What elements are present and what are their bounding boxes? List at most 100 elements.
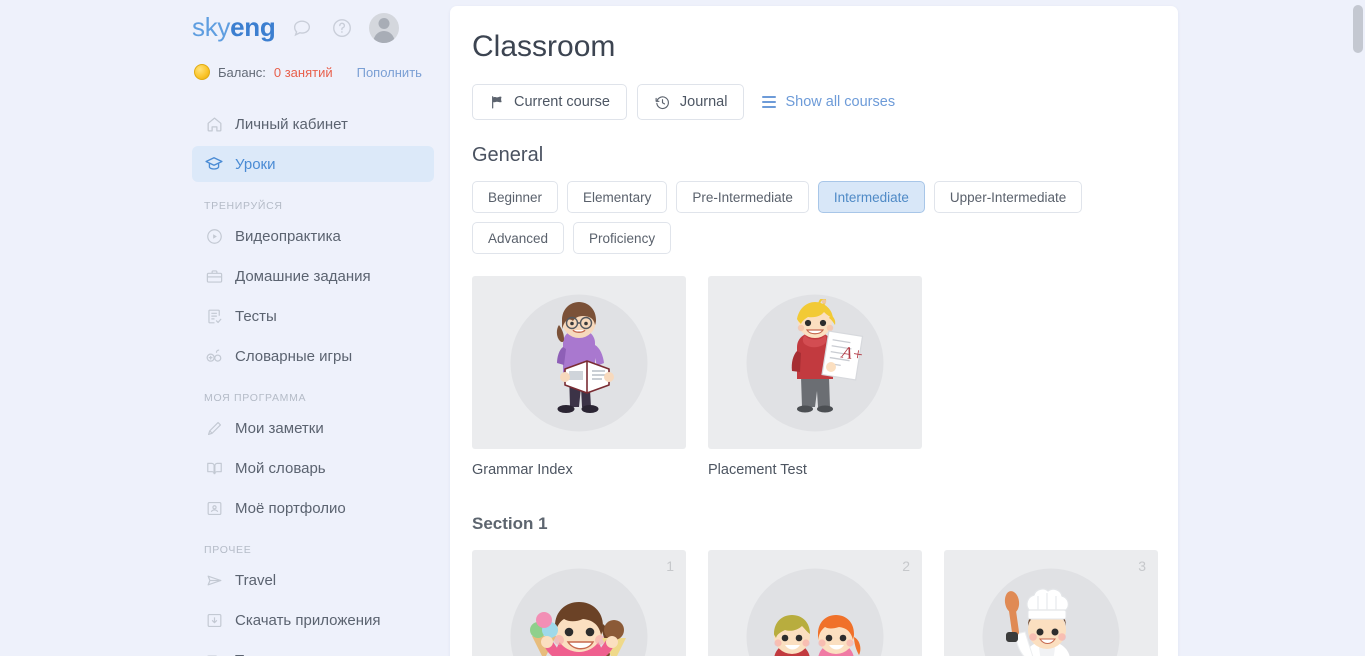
scrollbar-thumb[interactable]: [1353, 5, 1363, 53]
journal-label: Journal: [680, 94, 728, 110]
page-scrollbar[interactable]: [1353, 2, 1363, 654]
section-title: Section 1: [472, 514, 1156, 534]
briefcase-icon: [204, 266, 224, 286]
sidebar-item-my-portfolio[interactable]: Моё портфолио: [192, 490, 434, 526]
home-icon: [204, 114, 224, 134]
pencil-icon: [204, 418, 224, 438]
main-panel: Classroom Current course: [450, 6, 1178, 656]
coin-icon: [194, 64, 210, 80]
level-upper-intermediate[interactable]: Upper-Intermediate: [934, 181, 1082, 213]
level-elementary[interactable]: Elementary: [567, 181, 667, 213]
avatar[interactable]: [369, 13, 399, 43]
general-heading: General: [472, 144, 1156, 167]
sidebar-item-my-dictionary[interactable]: Мой словарь: [192, 450, 434, 486]
section-1-cards: 1: [472, 550, 1156, 656]
play-circle-icon: [204, 226, 224, 246]
show-all-courses-label: Show all courses: [785, 94, 895, 110]
sidebar-item-label: Тест видеосвязи: [235, 652, 351, 656]
app-root: skyeng Баланс: 0 занятий Пополнить: [0, 0, 1365, 656]
sidebar-item-label: Travel: [235, 572, 276, 589]
list-icon: [762, 96, 776, 108]
paper-plane-icon: [204, 570, 224, 590]
skyeng-logo[interactable]: skyeng: [192, 12, 275, 43]
sidebar-item-label: Словарные игры: [235, 348, 352, 365]
card-thumbnail: 1: [472, 550, 686, 656]
level-filter-group: Beginner Elementary Pre-Intermediate Int…: [472, 181, 1152, 254]
toolbar: Current course Journal Show all course: [472, 84, 1156, 120]
sidebar-item-download-apps[interactable]: Скачать приложения: [192, 602, 434, 638]
card-label: Placement Test: [708, 462, 922, 478]
sidebar-nav: Личный кабинет Уроки ТРЕНИРУЙСЯ: [192, 106, 434, 656]
download-icon: [204, 610, 224, 630]
card-badge: 3: [1138, 558, 1146, 574]
level-pre-intermediate[interactable]: Pre-Intermediate: [676, 181, 809, 213]
graduation-cap-icon: [204, 154, 224, 174]
sidebar-item-lessons[interactable]: Уроки: [192, 146, 434, 182]
girl-reading-book-illustration: [525, 299, 633, 427]
sidebar-item-my-notes[interactable]: Мои заметки: [192, 410, 434, 446]
course-card-placement-test[interactable]: A+ Placement Test: [708, 276, 922, 478]
sidebar-item-homework[interactable]: Домашние задания: [192, 258, 434, 294]
chat-icon[interactable]: [289, 15, 315, 41]
top-course-cards: Grammar Index: [472, 276, 1156, 478]
level-beginner[interactable]: Beginner: [472, 181, 558, 213]
clock-history-icon: [654, 94, 671, 111]
level-advanced[interactable]: Advanced: [472, 222, 564, 254]
portfolio-icon: [204, 498, 224, 518]
sidebar-group-title: ТРЕНИРУЙСЯ: [192, 186, 434, 218]
sidebar-item-video-practice[interactable]: Видеопрактика: [192, 218, 434, 254]
sidebar-item-tests[interactable]: Тесты: [192, 298, 434, 334]
balance-label: Баланс:: [218, 65, 266, 80]
lesson-card-2[interactable]: 2: [708, 550, 922, 656]
logo-bold: eng: [230, 12, 275, 42]
lesson-card-1[interactable]: 1: [472, 550, 686, 656]
sidebar-item-label: Тесты: [235, 308, 277, 325]
current-course-button[interactable]: Current course: [472, 84, 627, 120]
card-thumbnail: A+: [708, 276, 922, 449]
checklist-icon: [204, 306, 224, 326]
lesson-card-3[interactable]: 3: [944, 550, 1158, 656]
sidebar-item-label: Моё портфолио: [235, 500, 346, 517]
sidebar-item-video-test[interactable]: Тест видеосвязи: [192, 642, 434, 656]
sidebar-item-label: Личный кабинет: [235, 116, 348, 133]
sidebar-item-vocabulary-games[interactable]: Словарные игры: [192, 338, 434, 374]
sidebar-item-label: Скачать приложения: [235, 612, 381, 629]
girl-with-ice-cream-illustration: [504, 582, 654, 656]
book-icon: [204, 458, 224, 478]
card-thumbnail: [472, 276, 686, 449]
page-title: Classroom: [472, 30, 1156, 64]
sidebar-item-travel[interactable]: Travel: [192, 562, 434, 598]
card-thumbnail: 3: [944, 550, 1158, 656]
gamepad-icon: [204, 346, 224, 366]
sidebar-group-title: ПРОЧЕЕ: [192, 530, 434, 562]
svg-text:A+: A+: [839, 342, 865, 364]
flag-icon: [489, 94, 505, 110]
sidebar-group-title: МОЯ ПРОГРАММА: [192, 378, 434, 410]
balance-value: 0 занятий: [274, 65, 333, 80]
sidebar-item-label: Видеопрактика: [235, 228, 341, 245]
boy-with-a-plus-test-illustration: A+: [761, 299, 869, 427]
topup-link[interactable]: Пополнить: [357, 65, 422, 80]
current-course-label: Current course: [514, 94, 610, 110]
balance-row: Баланс: 0 занятий Пополнить: [194, 64, 422, 80]
sidebar-item-label: Уроки: [235, 156, 275, 173]
sidebar: skyeng Баланс: 0 занятий Пополнить: [0, 0, 450, 656]
card-badge: 2: [902, 558, 910, 574]
sidebar-item-label: Мой словарь: [235, 460, 326, 477]
brand-row: skyeng: [192, 12, 399, 43]
card-thumbnail: 2: [708, 550, 922, 656]
show-all-courses-link[interactable]: Show all courses: [762, 94, 895, 110]
sidebar-item-label: Мои заметки: [235, 420, 324, 437]
journal-button[interactable]: Journal: [637, 84, 745, 120]
course-card-grammar-index[interactable]: Grammar Index: [472, 276, 686, 478]
card-label: Grammar Index: [472, 462, 686, 478]
sidebar-item-label: Домашние задания: [235, 268, 371, 285]
level-intermediate[interactable]: Intermediate: [818, 181, 925, 213]
chef-cooking-illustration: [976, 582, 1126, 656]
help-icon[interactable]: [329, 15, 355, 41]
sidebar-item-personal-account[interactable]: Личный кабинет: [192, 106, 434, 142]
card-badge: 1: [666, 558, 674, 574]
kids-eating-sandwiches-illustration: [740, 582, 890, 656]
level-proficiency[interactable]: Proficiency: [573, 222, 671, 254]
video-camera-icon: [204, 650, 224, 656]
